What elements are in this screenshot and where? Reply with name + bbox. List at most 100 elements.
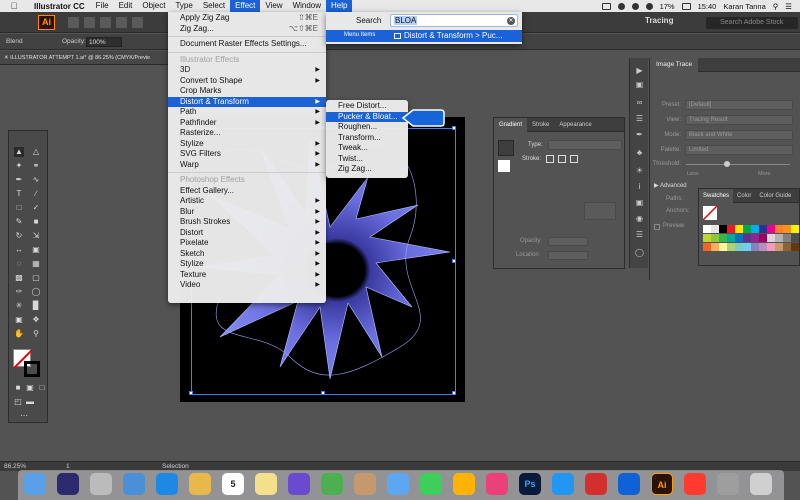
blend-tool-icon[interactable]: ◯ <box>31 287 41 297</box>
photoshop-effect-item[interactable]: Artistic ▶ <box>168 196 326 207</box>
stock-search-input[interactable]: Search Adobe Stock <box>706 17 798 29</box>
mode-dropdown[interactable]: Black and White <box>685 130 793 140</box>
appstore-icon[interactable] <box>552 473 574 495</box>
swatch[interactable] <box>727 225 735 233</box>
bridge-icon[interactable] <box>68 17 79 28</box>
image-trace-icon[interactable]: ▣ <box>634 80 645 90</box>
swatch[interactable] <box>759 234 767 242</box>
last-effect[interactable]: Zig Zag... ⌥⇧⌘E <box>168 24 326 35</box>
distort-item[interactable]: Roughen... <box>326 122 408 133</box>
fill-stroke-swap-icon[interactable] <box>498 160 510 172</box>
tab-color[interactable]: Color <box>733 189 755 203</box>
type-dropdown[interactable] <box>548 140 622 150</box>
swatch[interactable] <box>703 243 711 251</box>
battery-percent[interactable]: 17% <box>660 2 675 11</box>
swatch[interactable] <box>767 225 775 233</box>
photoshop-effect-item[interactable]: Brush Strokes ▶ <box>168 217 326 228</box>
stroke-type-1-icon[interactable] <box>546 155 554 163</box>
menu-type[interactable]: Type <box>170 0 197 12</box>
brushes-icon[interactable]: ✒ <box>634 130 645 140</box>
swatch[interactable] <box>743 243 751 251</box>
stock-icon[interactable] <box>84 17 95 28</box>
zoom-level[interactable]: 86.25% <box>4 463 26 470</box>
screen-mode-icon[interactable]: ▬ <box>25 397 35 407</box>
handle-bottom-left[interactable] <box>189 391 193 395</box>
graphic-styles-icon[interactable]: ▣ <box>634 198 645 208</box>
volume-icon[interactable] <box>645 2 653 10</box>
swatch[interactable] <box>743 234 751 242</box>
effect-item[interactable]: Crop Marks <box>168 86 326 97</box>
effect-item[interactable]: Convert to Shape ▶ <box>168 76 326 87</box>
photoshop-effect-item[interactable]: Video ▶ <box>168 280 326 291</box>
photoshop-effect-item[interactable]: Pixelate ▶ <box>168 238 326 249</box>
workspace-switcher[interactable]: Tracing <box>645 16 673 25</box>
swatch[interactable] <box>719 234 727 242</box>
tab-swatches[interactable]: Swatches <box>699 189 734 203</box>
preset-dropdown[interactable]: [Default] <box>685 100 793 110</box>
advanced-toggle[interactable]: ▶ Advanced <box>654 182 687 189</box>
effect-item[interactable]: Distort & Transform ▶ <box>168 96 326 107</box>
photoshop-effect-item[interactable]: Sketch ▶ <box>168 249 326 260</box>
wifi-icon[interactable] <box>631 2 639 10</box>
type-tool-icon[interactable]: T <box>14 189 24 199</box>
document-tab[interactable]: ✕ ILLUSTRATOR ATTEMPT 1.ai* @ 86.25% (CM… <box>0 51 170 65</box>
swatch[interactable] <box>767 234 775 242</box>
effect-item[interactable]: Rasterize... <box>168 128 326 139</box>
none-mode-icon[interactable]: □ <box>37 383 47 393</box>
distort-item[interactable]: Free Distort... <box>326 101 408 112</box>
photos-app-icon[interactable] <box>189 473 211 495</box>
swatch[interactable] <box>727 243 735 251</box>
swatch[interactable] <box>735 234 743 242</box>
menu-effect[interactable]: Effect <box>230 0 261 12</box>
safari-icon[interactable] <box>156 473 178 495</box>
sync-icon[interactable] <box>617 2 625 10</box>
stack-icon[interactable]: ☰ <box>634 230 645 240</box>
photoshop-effect-item[interactable]: Texture ▶ <box>168 270 326 281</box>
appearance-icon[interactable]: ☀ <box>634 166 645 176</box>
tab-stroke[interactable]: Stroke <box>527 118 554 132</box>
effect-item[interactable]: Pathfinder ▶ <box>168 118 326 129</box>
tab-gradient[interactable]: Gradient <box>494 118 528 132</box>
battery-icon[interactable] <box>681 2 691 10</box>
menu-window[interactable]: Window <box>288 0 326 12</box>
swatch[interactable] <box>711 234 719 242</box>
mail-icon[interactable] <box>387 473 409 495</box>
app-menu[interactable]: Illustrator CC <box>34 2 85 11</box>
clear-search-icon[interactable]: ✕ <box>507 17 515 25</box>
selection-tool-icon[interactable]: ▲ <box>14 147 24 157</box>
trash-icon[interactable] <box>750 473 772 495</box>
swatch[interactable] <box>759 243 767 251</box>
image-trace-tab[interactable]: Image Trace <box>650 58 699 72</box>
swatch[interactable] <box>719 225 727 233</box>
view-dropdown[interactable]: Tracing Result <box>685 115 793 125</box>
swatch[interactable] <box>711 225 719 233</box>
menu-file[interactable]: File <box>91 0 114 12</box>
eraser-icon[interactable]: ■ <box>31 217 41 227</box>
menu-object[interactable]: Object <box>137 0 170 12</box>
siri-icon[interactable] <box>57 473 79 495</box>
menu-select[interactable]: Select <box>198 0 230 12</box>
scale-tool-icon[interactable]: ⇲ <box>31 231 41 241</box>
perspective-grid-icon[interactable]: ▦ <box>31 259 41 269</box>
gradient-thumbnail[interactable] <box>498 140 514 156</box>
swatch[interactable] <box>735 243 743 251</box>
swatch[interactable] <box>735 225 743 233</box>
swatch[interactable] <box>783 234 791 242</box>
shaper-tool-icon[interactable]: ✎ <box>14 217 24 227</box>
swatch-fill-preview[interactable] <box>702 205 718 221</box>
user-name[interactable]: Karan Tanna <box>723 2 765 11</box>
symbol-sprayer-icon[interactable]: ✳ <box>14 301 24 311</box>
location-field[interactable] <box>548 251 588 260</box>
document-raster-settings[interactable]: Document Raster Effects Settings... <box>168 39 326 50</box>
handle-right[interactable] <box>452 259 456 263</box>
mesh-tool-icon[interactable]: ▩ <box>14 273 24 283</box>
swatch[interactable] <box>719 243 727 251</box>
rocket-icon[interactable] <box>90 473 112 495</box>
curvature-tool-icon[interactable]: ∿ <box>31 175 41 185</box>
swatch[interactable] <box>751 234 759 242</box>
effect-item[interactable]: SVG Filters ▶ <box>168 149 326 160</box>
arrange-icon[interactable] <box>100 17 111 28</box>
photoshop-icon[interactable]: Ps <box>519 473 541 495</box>
lasso-icon[interactable]: ⚭ <box>31 161 41 171</box>
apple-icon[interactable]:  <box>8 1 20 11</box>
